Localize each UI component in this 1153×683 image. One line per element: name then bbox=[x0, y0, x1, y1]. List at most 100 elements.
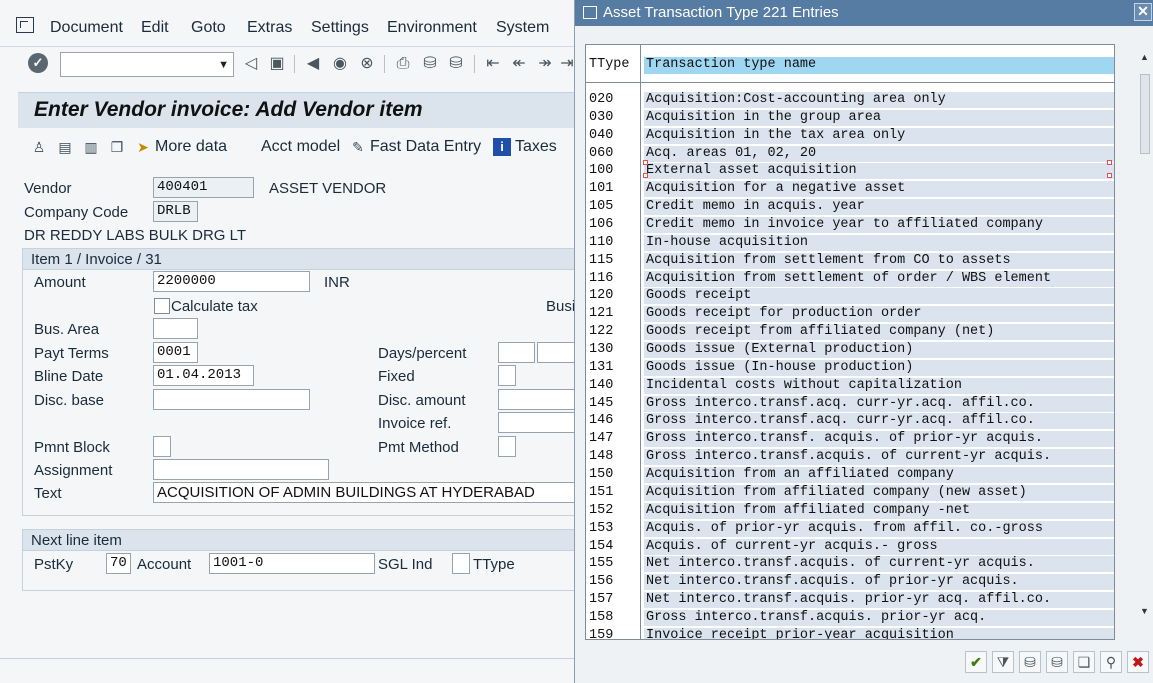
sgl-ind-field[interactable] bbox=[452, 553, 470, 574]
table-row[interactable]: 040 Acquisition in the tax area only bbox=[586, 127, 1114, 145]
ttype-code[interactable]: 148 bbox=[589, 449, 637, 465]
more-data-icon[interactable]: ➤ bbox=[134, 138, 152, 156]
acct-model-button[interactable]: Acct model bbox=[261, 138, 340, 156]
taxes-button[interactable]: Taxes bbox=[515, 138, 557, 156]
ttype-code[interactable]: 116 bbox=[589, 271, 637, 287]
exit-icon[interactable]: ◉ bbox=[331, 55, 349, 73]
fast-entry-icon[interactable]: ✎ bbox=[349, 138, 367, 156]
transaction-type-name[interactable]: Net interco.transf.acquis. prior-yr acq.… bbox=[644, 592, 1114, 609]
person-icon[interactable]: ♙ bbox=[30, 138, 48, 156]
table-row[interactable]: 148 Gross interco.transf.acquis. of curre… bbox=[586, 448, 1114, 466]
print-icon[interactable]: ⎙ bbox=[394, 55, 412, 73]
previous-page-icon[interactable]: ↞ bbox=[510, 55, 528, 73]
find-next-icon[interactable]: ⛁ bbox=[447, 55, 465, 73]
more-data-button[interactable]: More data bbox=[155, 138, 227, 156]
pmnt-block-field[interactable] bbox=[153, 436, 171, 457]
ttype-code[interactable]: 157 bbox=[589, 592, 637, 608]
document-hold-icon[interactable]: ▥ bbox=[82, 138, 100, 156]
back-icon[interactable]: ◀ bbox=[304, 55, 322, 73]
ttype-code[interactable]: 158 bbox=[589, 610, 637, 626]
table-row[interactable]: 152 Acquisition from affiliated company -… bbox=[586, 502, 1114, 520]
table-row[interactable]: 130 Goods issue (External production) bbox=[586, 341, 1114, 359]
ttype-code[interactable]: 154 bbox=[589, 539, 637, 555]
ttype-code[interactable]: 140 bbox=[589, 378, 637, 394]
ttype-code[interactable]: 122 bbox=[589, 324, 637, 340]
table-row[interactable]: 145 Gross interco.transf.acq. curr-yr.acq… bbox=[586, 395, 1114, 413]
menu-extras[interactable]: Extras bbox=[247, 19, 292, 37]
find-icon[interactable]: ⛁ bbox=[1019, 651, 1041, 673]
transaction-type-name[interactable]: Net interco.transf.acquis. of prior-yr a… bbox=[644, 574, 1114, 591]
ttype-code[interactable]: 155 bbox=[589, 556, 637, 572]
transaction-type-name[interactable]: Invoice receipt prior-year acquisition bbox=[644, 627, 1114, 639]
transaction-type-name[interactable]: Gross interco.transf.acq. curr-yr.acq. a… bbox=[644, 413, 1114, 430]
vertical-scrollbar[interactable]: ▲ ▼ bbox=[1138, 40, 1152, 630]
ttype-code[interactable]: 147 bbox=[589, 431, 637, 447]
table-row[interactable]: 122 Goods receipt from affiliated company… bbox=[586, 323, 1114, 341]
close-icon[interactable]: ✕ bbox=[1134, 3, 1152, 21]
ttype-code[interactable]: 151 bbox=[589, 485, 637, 501]
transaction-type-name[interactable]: External asset acquisition bbox=[644, 163, 1114, 180]
command-field[interactable]: ▼ bbox=[60, 52, 234, 77]
transaction-type-name[interactable]: Acquisition for a negative asset bbox=[644, 181, 1114, 198]
ttype-code[interactable]: 100 bbox=[589, 163, 637, 179]
ttype-code[interactable]: 150 bbox=[589, 467, 637, 483]
scroll-thumb[interactable] bbox=[1140, 74, 1150, 154]
table-row[interactable]: 150 Acquisition from an affiliated compan… bbox=[586, 466, 1114, 484]
ttype-code[interactable]: 106 bbox=[589, 217, 637, 233]
table-row[interactable]: 100 External asset acquisition bbox=[586, 162, 1114, 180]
ttype-code[interactable]: 115 bbox=[589, 253, 637, 269]
transaction-type-name[interactable]: Acq. areas 01, 02, 20 bbox=[644, 145, 1114, 162]
days-field[interactable] bbox=[498, 342, 535, 363]
table-row[interactable]: 155 Net interco.transf.acquis. of current… bbox=[586, 555, 1114, 573]
table-row[interactable]: 105 Credit memo in acquis. year bbox=[586, 198, 1114, 216]
next-page-icon[interactable]: ↠ bbox=[536, 55, 554, 73]
transaction-type-name[interactable]: Acquis. of prior-yr acquis. from affil. … bbox=[644, 520, 1114, 537]
ttype-code[interactable]: 040 bbox=[589, 128, 637, 144]
transaction-type-name[interactable]: Net interco.transf.acquis. of current-yr… bbox=[644, 556, 1114, 573]
table-row[interactable]: 110 In-house acquisition bbox=[586, 234, 1114, 252]
percent-field[interactable] bbox=[537, 342, 577, 363]
table-row[interactable]: 156 Net interco.transf.acquis. of prior-y… bbox=[586, 573, 1114, 591]
column-header-name[interactable]: Transaction type name bbox=[644, 57, 1114, 74]
payt-terms-field[interactable]: 0001 bbox=[153, 342, 198, 363]
ttype-code[interactable]: 101 bbox=[589, 181, 637, 197]
ttype-code[interactable]: 131 bbox=[589, 360, 637, 376]
transaction-type-name[interactable]: Credit memo in acquis. year bbox=[644, 199, 1114, 216]
table-row[interactable]: 140 Incidental costs without capitalizati… bbox=[586, 377, 1114, 395]
confirm-check-button[interactable]: ✔ bbox=[965, 651, 987, 673]
menu-goto[interactable]: Goto bbox=[191, 19, 226, 37]
cancel-icon[interactable]: ⊗ bbox=[358, 55, 376, 73]
table-row[interactable]: 146 Gross interco.transf.acq. curr-yr.acq… bbox=[586, 412, 1114, 430]
copy-icon[interactable]: ❐ bbox=[108, 138, 126, 156]
table-row[interactable]: 157 Net interco.transf.acquis. prior-yr a… bbox=[586, 591, 1114, 609]
ttype-code[interactable]: 121 bbox=[589, 306, 637, 322]
transaction-type-name[interactable]: Incidental costs without capitalization bbox=[644, 377, 1114, 394]
find-icon[interactable]: ⛁ bbox=[421, 55, 439, 73]
table-row[interactable]: 030 Acquisition in the group area bbox=[586, 109, 1114, 127]
table-row[interactable]: 151 Acquisition from affiliated company (… bbox=[586, 484, 1114, 502]
table-row[interactable]: 115 Acquisition from settlement from CO t… bbox=[586, 252, 1114, 270]
ttype-code[interactable]: 146 bbox=[589, 413, 637, 429]
fast-data-entry-button[interactable]: Fast Data Entry bbox=[370, 138, 481, 156]
transaction-type-name[interactable]: Goods receipt for production order bbox=[644, 306, 1114, 323]
table-row[interactable]: 147 Gross interco.transf. acquis. of prio… bbox=[586, 430, 1114, 448]
ttype-code[interactable]: 020 bbox=[589, 92, 637, 108]
menu-system[interactable]: System bbox=[496, 19, 549, 37]
calculate-tax-checkbox[interactable] bbox=[154, 298, 170, 314]
pin-icon[interactable]: ⚲ bbox=[1100, 651, 1122, 673]
ttype-code[interactable]: 130 bbox=[589, 342, 637, 358]
disc-amount-field[interactable] bbox=[498, 389, 578, 410]
table-row[interactable]: 153 Acquis. of prior-yr acquis. from affi… bbox=[586, 520, 1114, 538]
save-icon[interactable]: ▣ bbox=[268, 55, 286, 73]
filter-icon[interactable]: ⧩ bbox=[992, 651, 1014, 673]
transaction-type-name[interactable]: Gross interco.transf.acquis. of current-… bbox=[644, 449, 1114, 466]
ttype-code[interactable]: 145 bbox=[589, 396, 637, 412]
transaction-type-name[interactable]: Goods receipt from affiliated company (n… bbox=[644, 324, 1114, 341]
invoice-ref-field[interactable] bbox=[498, 412, 578, 433]
pmt-method-field[interactable] bbox=[498, 436, 516, 457]
table-row[interactable]: 020 Acquisition:Cost-accounting area only bbox=[586, 91, 1114, 109]
fixed-field[interactable] bbox=[498, 365, 516, 386]
scroll-up-icon[interactable]: ▲ bbox=[1140, 52, 1149, 62]
ttype-code[interactable]: 159 bbox=[589, 628, 637, 639]
transaction-type-name[interactable]: Gross interco.transf.acq. curr-yr.acq. a… bbox=[644, 395, 1114, 412]
